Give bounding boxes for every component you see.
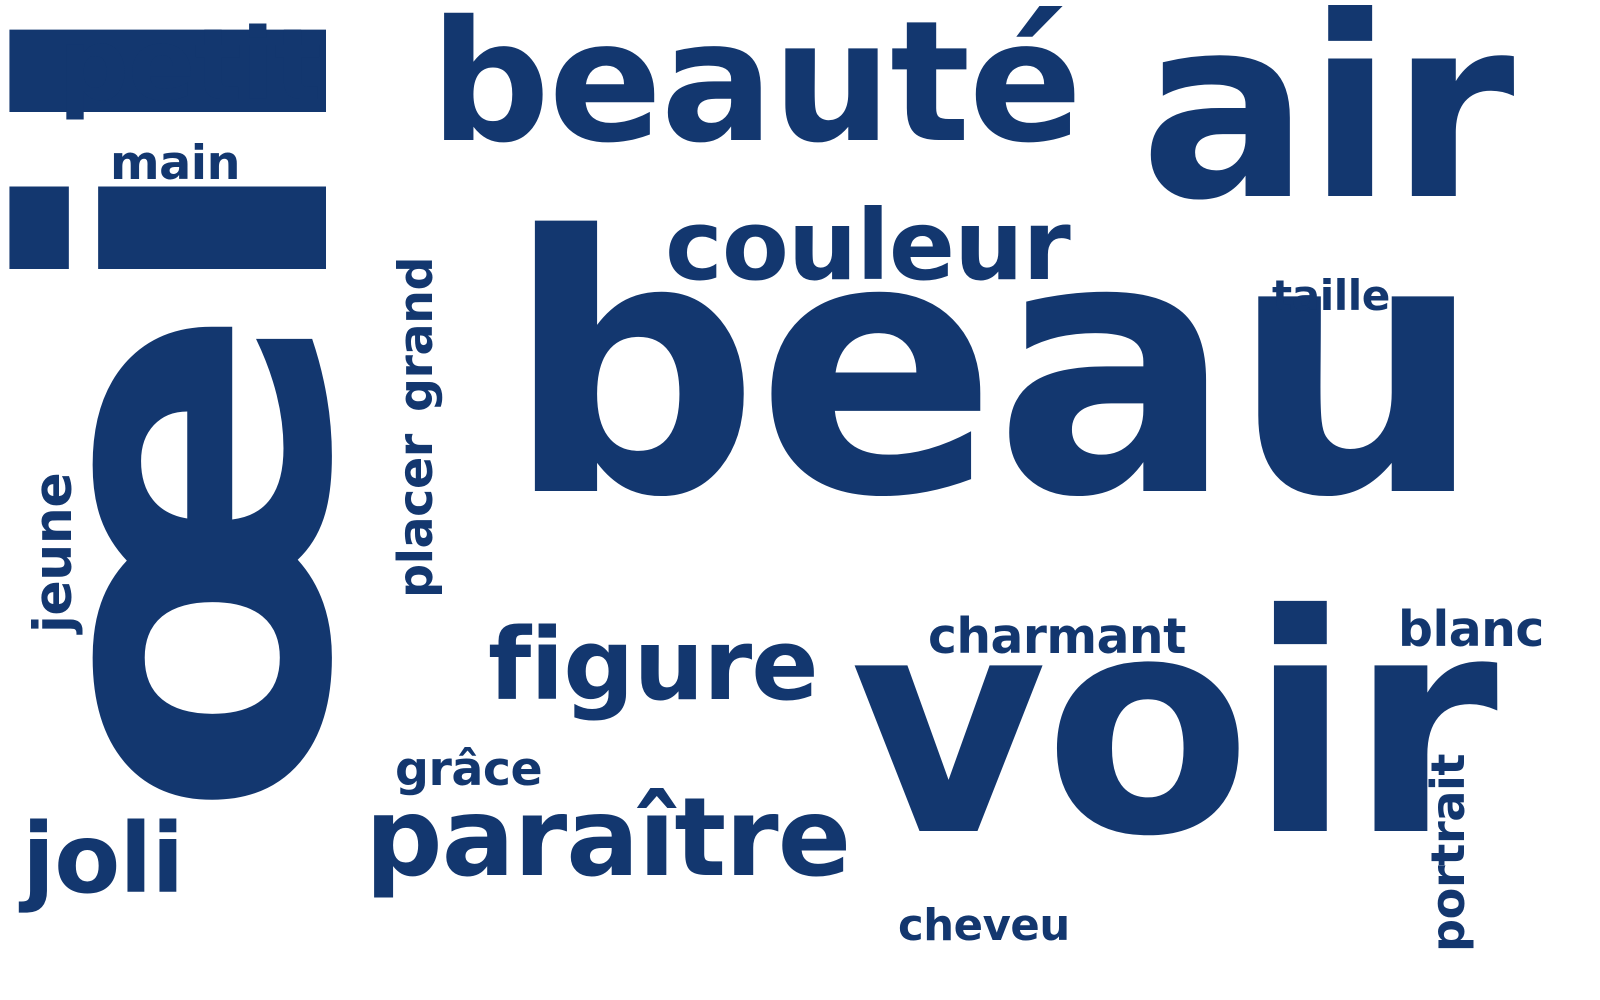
word-charmant: charmant xyxy=(928,608,1186,665)
word-grand: grand xyxy=(389,256,445,412)
word-paraitre: paraître xyxy=(365,773,851,901)
word-grace: grâce xyxy=(395,742,543,797)
word-figure: figure xyxy=(488,608,819,724)
word-jeune: jeune xyxy=(24,472,85,633)
word-cloud: beau œil voir air beauté couleur figure … xyxy=(0,0,1600,1000)
word-joli: joli xyxy=(22,803,184,916)
word-cheveu: cheveu xyxy=(898,900,1070,951)
word-beaute: beauté xyxy=(430,0,1082,180)
word-placer: placer xyxy=(389,434,445,598)
word-main: main xyxy=(110,135,241,191)
word-petit: petit xyxy=(58,8,321,124)
word-taille: taille xyxy=(1272,270,1390,320)
word-portrait: portrait xyxy=(1421,753,1476,952)
word-couleur: couleur xyxy=(665,189,1071,303)
word-air: air xyxy=(1140,0,1515,256)
word-blanc: blanc xyxy=(1398,601,1544,658)
